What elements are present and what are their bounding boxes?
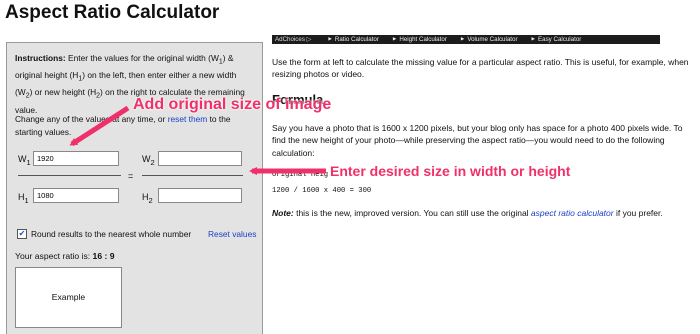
example-label: Example — [51, 292, 86, 303]
instructions-part: ) on the left, then enter either a new w… — [82, 70, 237, 81]
round-label: Round results to the nearest whole numbe… — [31, 229, 192, 239]
w1-label-sub: 1 — [26, 157, 31, 167]
ad-navbar: AdChoices ▷ Ratio Calculator Height Calc… — [272, 35, 660, 44]
aspect-ratio-calculator-link[interactable]: aspect ratio calculator — [531, 208, 614, 218]
instructions-label: Instructions: — [15, 53, 66, 63]
note-body: this is the new, improved version. You c… — [293, 208, 531, 218]
check-mark-icon: ✔ — [18, 229, 26, 239]
intro-text: Use the form at left to calculate the mi… — [272, 57, 689, 80]
w1-h1-divider — [18, 175, 121, 176]
h2-input[interactable] — [158, 188, 242, 203]
equals-sign: = — [128, 171, 134, 181]
adchoices-label[interactable]: AdChoices ▷ — [272, 35, 314, 44]
annotation-add-original-size: Add original size of image — [133, 96, 332, 113]
w2-h2-divider — [142, 175, 243, 176]
nav-easy-calculator[interactable]: Easy Calculator — [532, 35, 581, 44]
change-values-text: Change any of the values at any time, or… — [15, 113, 259, 138]
w2-label-text: W — [142, 154, 151, 164]
instructions-part: Enter the values for the original width … — [65, 53, 219, 63]
reset-them-link[interactable]: reset them — [168, 114, 208, 124]
w1-input[interactable] — [33, 151, 119, 166]
ratio-value: 16 : 9 — [92, 251, 115, 261]
page: Aspect Ratio Calculator Instructions: En… — [0, 0, 700, 334]
reset-values-link[interactable]: Reset values — [208, 228, 256, 241]
round-option[interactable]: ✔ Round results to the nearest whole num… — [17, 228, 191, 241]
instructions-part: original height (H — [15, 70, 79, 81]
annotation-enter-desired-size: Enter desired size in width or height — [330, 163, 571, 179]
code-line-2: 1200 / 1600 x 400 = 300 — [272, 187, 372, 195]
nav-ratio-calculator[interactable]: Ratio Calculator — [328, 35, 379, 44]
h1-label-sub: 1 — [24, 195, 29, 205]
page-title: Aspect Ratio Calculator — [5, 2, 220, 23]
round-checkbox[interactable]: ✔ — [17, 229, 27, 240]
instructions-part: ) or new height (H — [29, 87, 97, 98]
note-label: Note: — [272, 208, 294, 218]
aspect-ratio-result: Your aspect ratio is: 16 : 9 — [15, 250, 115, 263]
w1-label-text: W — [18, 154, 27, 164]
h1-input[interactable] — [33, 188, 119, 203]
ratio-prefix: Your aspect ratio is: — [15, 251, 93, 261]
w1-label: W1 — [18, 153, 31, 169]
note-text: Note: this is the new, improved version.… — [272, 207, 696, 219]
calculator-panel: Instructions: Enter the values for the o… — [6, 42, 263, 334]
code-line-1: original heig — [272, 171, 329, 179]
w2-input[interactable] — [158, 151, 242, 166]
h2-label-sub: 2 — [148, 195, 153, 205]
change-text-part: Change any of the values at any time, or — [15, 114, 168, 124]
formula-heading: Formula — [272, 92, 324, 107]
nav-volume-calculator[interactable]: Volume Calculator — [461, 35, 517, 44]
instructions-part: (W — [15, 87, 26, 98]
h2-label: H2 — [142, 191, 153, 207]
nav-height-calculator[interactable]: Height Calculator — [393, 35, 446, 44]
h1-label: H1 — [18, 191, 29, 207]
formula-description: Say you have a photo that is 1600 x 1200… — [272, 123, 683, 158]
instructions-part: ) & — [222, 53, 234, 63]
w2-label-sub: 2 — [150, 157, 155, 167]
change-text-part: starting values. — [15, 126, 72, 137]
example-box: Example — [15, 267, 122, 328]
w2-label: W2 — [142, 153, 155, 169]
note-suffix: if you prefer. — [613, 208, 663, 218]
change-text-part: to the — [207, 114, 231, 124]
